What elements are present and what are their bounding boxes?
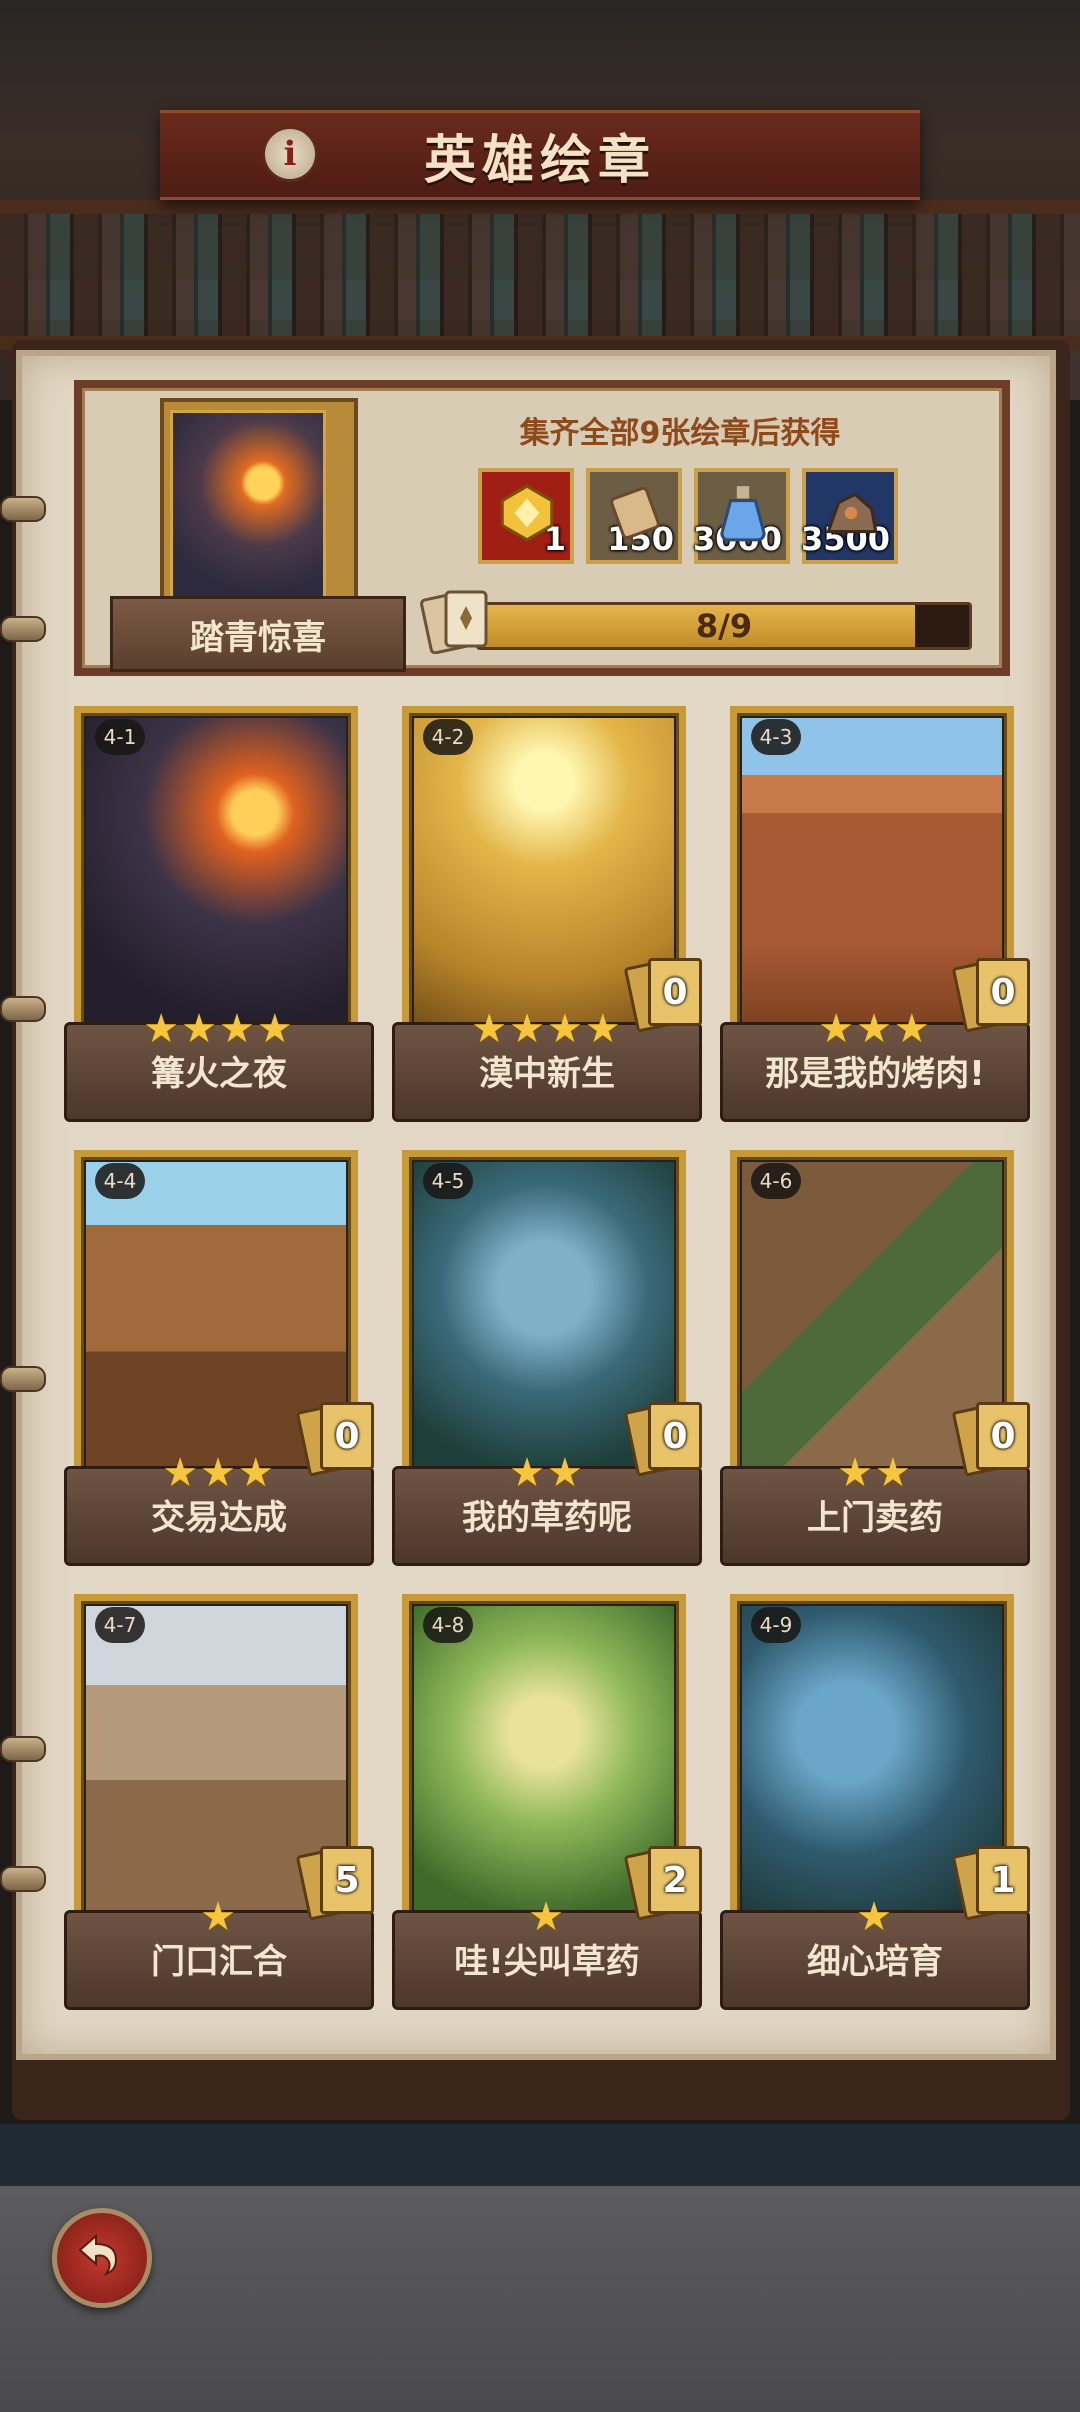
duplicate-count: 0 — [648, 958, 702, 1026]
album-card[interactable]: 4-5 ★★ 我的草药呢 0 — [392, 1150, 728, 1570]
duplicate-count-badge: 0 — [951, 956, 1030, 1033]
card-id-badge: 4-1 — [95, 719, 145, 755]
card-title: 交易达成 — [151, 1498, 287, 1538]
duplicate-count: 0 — [976, 1402, 1030, 1470]
cards-stack-icon — [420, 590, 488, 654]
collection-cover-art[interactable] — [170, 410, 326, 616]
binder-ring — [0, 1736, 46, 1762]
card-id-badge: 4-8 — [423, 1607, 473, 1643]
progress-text: 8/9 — [695, 607, 753, 645]
back-button[interactable] — [52, 2208, 152, 2308]
card-title: 上门卖药 — [807, 1498, 943, 1538]
potion-icon — [720, 486, 766, 542]
album-card[interactable]: 4-1 ★★★★ 篝火之夜 — [64, 706, 400, 1126]
reward-item-potion[interactable]: 3000 — [693, 468, 790, 564]
binder-ring — [0, 1866, 46, 1892]
duplicate-count-badge: 2 — [623, 1844, 702, 1921]
card-id-badge: 4-7 — [95, 1607, 145, 1643]
page-title: 英雄绘章 — [423, 130, 656, 191]
back-arrow-icon — [78, 2233, 118, 2277]
card-id-badge: 4-9 — [751, 1607, 801, 1643]
duplicate-count-badge: 0 — [623, 956, 702, 1033]
album-card[interactable]: 4-9 ★ 细心培育 1 — [720, 1594, 1056, 2014]
card-title: 篝火之夜 — [151, 1054, 287, 1094]
binder-ring — [0, 616, 46, 642]
album-card[interactable]: 4-4 ★★★ 交易达成 0 — [64, 1150, 400, 1570]
card-title: 我的草药呢 — [462, 1498, 632, 1538]
reward-item-scroll[interactable]: 150 — [586, 468, 682, 564]
binder-ring — [0, 1366, 46, 1392]
album-card[interactable]: 4-6 ★★ 上门卖药 0 — [720, 1150, 1056, 1570]
duplicate-count-badge: 0 — [951, 1400, 1030, 1477]
duplicate-count-badge: 1 — [951, 1844, 1030, 1921]
duplicate-count: 2 — [648, 1846, 702, 1914]
info-icon: i — [283, 134, 297, 174]
card-title: 那是我的烤肉! — [765, 1054, 985, 1094]
card-id-badge: 4-5 — [423, 1163, 473, 1199]
ore-icon — [826, 492, 878, 534]
card-id-badge: 4-3 — [751, 719, 801, 755]
album-card[interactable]: 4-2 ★★★★ 漠中新生 0 — [392, 706, 728, 1126]
duplicate-count: 0 — [648, 1402, 702, 1470]
duplicate-count: 5 — [320, 1846, 374, 1914]
collection-label-plaque: 踏青惊喜 — [110, 596, 406, 672]
binder-ring — [0, 496, 46, 522]
bottom-bar — [0, 2186, 1080, 2412]
card-id-badge: 4-4 — [95, 1163, 145, 1199]
collection-progress-bar: 8/9 — [476, 602, 972, 650]
card-frame: 4-1 — [74, 706, 358, 1046]
bottom-divider — [0, 2124, 1080, 2186]
duplicate-count-badge: 5 — [295, 1844, 374, 1921]
gold-crystal-icon — [500, 484, 554, 542]
duplicate-count-badge: 0 — [295, 1400, 374, 1477]
duplicate-count: 0 — [976, 958, 1030, 1026]
scroll-icon — [610, 486, 660, 540]
album-card[interactable]: 4-8 ★ 哇!尖叫草药 2 — [392, 1594, 728, 2014]
card-title: 门口汇合 — [151, 1942, 287, 1982]
album-card[interactable]: 4-3 ★★★ 那是我的烤肉! 0 — [720, 706, 1056, 1126]
duplicate-count: 1 — [976, 1846, 1030, 1914]
card-id-badge: 4-2 — [423, 719, 473, 755]
duplicate-count: 0 — [320, 1402, 374, 1470]
duplicate-count-badge: 0 — [623, 1400, 702, 1477]
card-id-badge: 4-6 — [751, 1163, 801, 1199]
reward-caption: 集齐全部9张绘章后获得 — [519, 416, 841, 451]
shelf-board — [0, 200, 1080, 214]
info-button[interactable]: i — [262, 126, 318, 182]
card-title: 哇!尖叫草药 — [454, 1942, 640, 1982]
card-title: 漠中新生 — [479, 1054, 615, 1094]
reward-item-ore[interactable]: 3500 — [801, 468, 898, 564]
reward-item-gold-crystal[interactable]: 1 — [478, 468, 574, 564]
binder-ring — [0, 996, 46, 1022]
collection-label: 踏青惊喜 — [190, 617, 326, 658]
card-illustration — [86, 718, 346, 1034]
album-card[interactable]: 4-7 ★ 门口汇合 5 — [64, 1594, 400, 2014]
card-title: 细心培育 — [807, 1942, 943, 1982]
